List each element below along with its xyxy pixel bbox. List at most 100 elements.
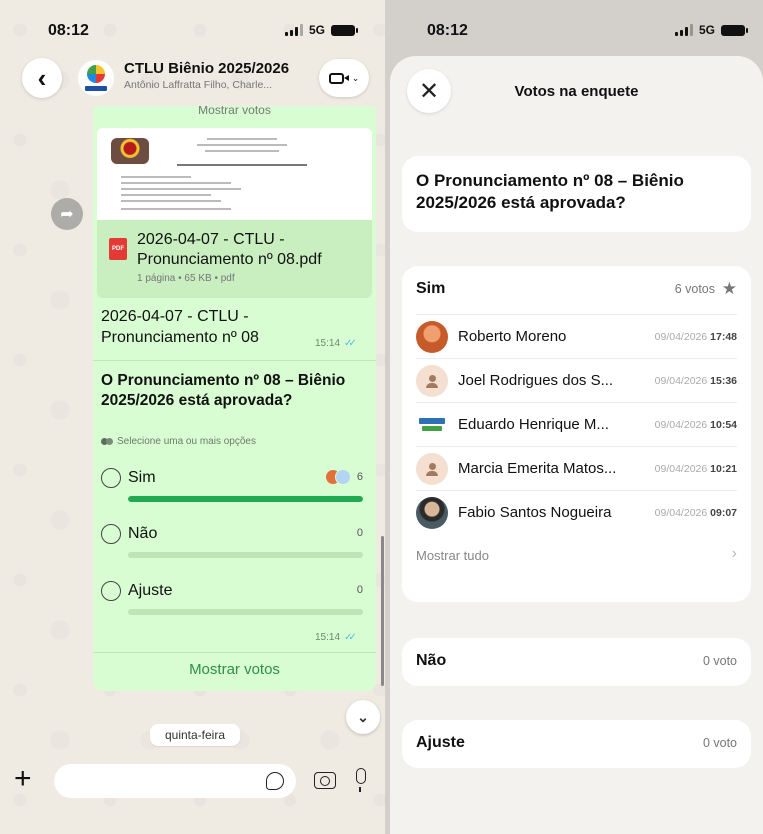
sheet-title: Votos na enquete bbox=[514, 83, 639, 100]
poll-votes-screen: 08:12 5G ✕ Votos na enquete O Pronunciam… bbox=[385, 0, 763, 834]
pdf-filename: 2026-04-07 - CTLU - Pronunciamento nº 08… bbox=[137, 231, 322, 268]
option-radio[interactable] bbox=[101, 581, 121, 601]
vote-time: 10:54 bbox=[710, 419, 737, 431]
star-icon: ★ bbox=[721, 279, 737, 298]
poll-question-card: O Pronunciamento nº 08 – Biênio 2025/202… bbox=[402, 156, 751, 232]
sticker-icon[interactable] bbox=[266, 772, 284, 790]
document-caption: 2026-04-07 - CTLU - Pronunciamento nº 08 bbox=[101, 308, 259, 346]
chevron-down-icon: ⌄ bbox=[351, 72, 360, 83]
chat-screen: 08:12 5G ‹ CTLU Biênio 2025/2026 Antônio… bbox=[0, 0, 385, 834]
avatar bbox=[416, 409, 448, 441]
video-call-button[interactable]: ⌄ bbox=[319, 59, 369, 97]
chat-participants[interactable]: Antônio Laffratta Filho, Charle... bbox=[124, 79, 304, 91]
avatar bbox=[416, 321, 448, 353]
show-votes-button[interactable]: Mostrar votos bbox=[93, 652, 376, 688]
person-placeholder-icon bbox=[416, 453, 448, 485]
multi-select-icon bbox=[101, 437, 113, 446]
voter-avatars bbox=[325, 468, 351, 486]
vote-group-count: 6 votos bbox=[674, 282, 715, 296]
voter-row[interactable]: Marcia Emerita Matos... 09/04/2026 10:21 bbox=[416, 446, 737, 490]
vote-group-ajuste[interactable]: Ajuste 0 voto bbox=[402, 720, 751, 768]
option-label: Ajuste bbox=[128, 582, 173, 599]
attach-plus-icon[interactable]: + bbox=[14, 764, 32, 794]
option-count: 0 bbox=[356, 527, 363, 539]
scroll-to-bottom-button[interactable]: ⌄ bbox=[346, 700, 380, 734]
avatar bbox=[416, 497, 448, 529]
video-camera-icon bbox=[328, 72, 349, 84]
votes-sheet: ✕ Votos na enquete O Pronunciamento nº 0… bbox=[390, 56, 763, 834]
option-progress-bar bbox=[128, 609, 363, 615]
read-ticks-icon: ✓✓ bbox=[344, 632, 357, 643]
vote-group-sim: Sim 6 votos ★ Roberto Moreno 09/04/2026 … bbox=[402, 266, 751, 602]
voter-row[interactable]: Roberto Moreno 09/04/2026 17:48 bbox=[416, 314, 737, 358]
vote-date: 09/04/2026 bbox=[654, 419, 708, 431]
message-composer: + bbox=[0, 760, 385, 804]
voter-name: Marcia Emerita Matos... bbox=[458, 460, 617, 477]
vote-time: 09:07 bbox=[710, 507, 737, 519]
chevron-right-icon: › bbox=[731, 545, 737, 562]
poll-option-ajuste[interactable]: Ajuste 0 bbox=[101, 581, 363, 621]
option-count: 0 bbox=[356, 584, 363, 596]
status-bar: 08:12 5G bbox=[0, 22, 385, 44]
signal-icon bbox=[284, 24, 303, 36]
voter-row[interactable]: Fabio Santos Nogueira 09/04/2026 09:07 bbox=[416, 490, 737, 534]
microphone-icon[interactable] bbox=[356, 768, 366, 792]
previous-show-votes-link[interactable]: Mostrar votos bbox=[93, 106, 376, 126]
status-time: 08:12 bbox=[427, 22, 468, 39]
divider bbox=[93, 360, 376, 361]
message-bubble: Mostrar votos PDF 2026-04-07 - CTLU - Pr… bbox=[93, 106, 376, 691]
vote-group-nao[interactable]: Não 0 voto bbox=[402, 638, 751, 686]
option-label: Não bbox=[128, 525, 158, 542]
status-bar: 08:12 5G bbox=[385, 22, 763, 44]
vote-time: 10:21 bbox=[710, 463, 737, 475]
poll-hint: Selecione uma ou mais opções bbox=[117, 436, 256, 447]
poll-option-nao[interactable]: Não 0 bbox=[101, 524, 363, 564]
option-radio[interactable] bbox=[101, 468, 121, 488]
camera-icon[interactable] bbox=[314, 772, 336, 789]
voter-name: Joel Rodrigues dos S... bbox=[458, 372, 614, 389]
option-progress-bar bbox=[128, 552, 363, 558]
group-avatar[interactable] bbox=[78, 60, 114, 96]
show-all-label: Mostrar tudo bbox=[416, 548, 489, 563]
vote-date: 09/04/2026 bbox=[654, 507, 708, 519]
option-count: 6 bbox=[356, 471, 363, 483]
pdf-file-icon: PDF bbox=[109, 238, 127, 260]
option-progress-bar bbox=[128, 496, 363, 502]
vote-date: 09/04/2026 bbox=[654, 375, 708, 387]
vote-group-name: Sim bbox=[416, 280, 446, 297]
forward-button[interactable]: ➦ bbox=[51, 198, 83, 230]
voter-row[interactable]: Eduardo Henrique M... 09/04/2026 10:54 bbox=[416, 402, 737, 446]
chevron-left-icon: ‹ bbox=[37, 62, 47, 93]
scrollbar[interactable] bbox=[381, 536, 384, 686]
show-all-button[interactable]: Mostrar tudo › bbox=[416, 534, 737, 578]
poll-question: O Pronunciamento nº 08 – Biênio 2025/202… bbox=[101, 372, 346, 409]
option-label: Sim bbox=[128, 469, 156, 486]
chat-title[interactable]: CTLU Biênio 2025/2026 bbox=[124, 60, 289, 77]
message-input[interactable] bbox=[54, 764, 296, 798]
vote-time: 17:48 bbox=[710, 331, 737, 343]
option-radio[interactable] bbox=[101, 524, 121, 544]
status-time: 08:12 bbox=[48, 22, 89, 39]
vote-group-count: 0 voto bbox=[702, 654, 737, 668]
network-label: 5G bbox=[308, 23, 325, 37]
poll-option-sim[interactable]: Sim 6 bbox=[101, 468, 363, 508]
vote-date: 09/04/2026 bbox=[654, 331, 708, 343]
person-placeholder-icon bbox=[416, 365, 448, 397]
vote-group-count: 0 voto bbox=[702, 736, 737, 750]
voter-row[interactable]: Joel Rodrigues dos S... 09/04/2026 15:36 bbox=[416, 358, 737, 402]
back-button[interactable]: ‹ bbox=[22, 58, 62, 98]
vote-group-name: Não bbox=[416, 652, 447, 669]
date-separator: quinta-feira bbox=[150, 724, 240, 746]
message-time: 15:14 bbox=[315, 338, 341, 349]
network-label: 5G bbox=[698, 23, 715, 37]
battery-icon bbox=[331, 24, 358, 36]
pdf-attachment[interactable]: PDF 2026-04-07 - CTLU - Pronunciamento n… bbox=[97, 128, 372, 298]
vote-group-name: Ajuste bbox=[416, 734, 465, 751]
forward-arrow-icon: ➦ bbox=[60, 206, 74, 223]
chat-header: ‹ CTLU Biênio 2025/2026 Antônio Laffratt… bbox=[0, 56, 385, 102]
battery-icon bbox=[721, 24, 748, 36]
pdf-preview-thumbnail bbox=[97, 128, 372, 220]
vote-date: 09/04/2026 bbox=[654, 463, 708, 475]
poll-time: 15:14 bbox=[315, 632, 341, 643]
voter-name: Roberto Moreno bbox=[458, 328, 567, 345]
